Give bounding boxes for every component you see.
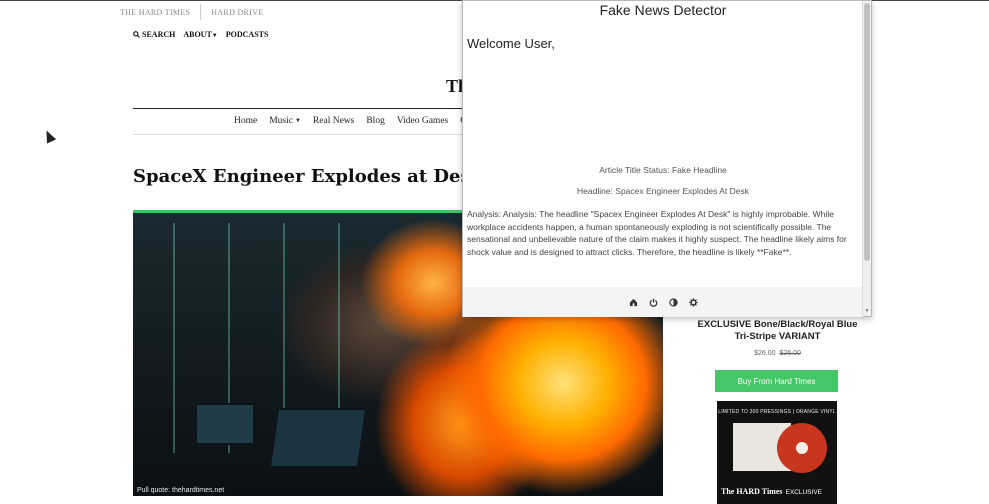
- fake-news-detector-popup: Fake News Detector Welcome User, Article…: [462, 0, 872, 317]
- popup-footer: [463, 287, 863, 317]
- headline-text: Headline: Spacex Engineer Explodes At De…: [577, 186, 749, 196]
- search-icon: [133, 31, 140, 38]
- nav-item-video-games[interactable]: Video Games: [397, 116, 448, 126]
- vinyl-tag: EXCLUSIVE: [785, 489, 823, 496]
- utility-bar: SEARCH ABOUT▼ PODCASTS: [133, 30, 268, 39]
- monitor-shape: [195, 403, 255, 445]
- popup-title: Fake News Detector: [599, 2, 727, 18]
- welcome-text: Welcome User,: [467, 36, 555, 51]
- server-rack-line: [173, 223, 175, 453]
- power-icon[interactable]: [648, 297, 658, 307]
- mouse-cursor-icon: [41, 128, 57, 144]
- article-status: Article Title Status: Fake Headline: [599, 165, 727, 175]
- price-current: $26.00: [754, 350, 776, 357]
- podcasts-link[interactable]: PODCASTS: [226, 30, 269, 39]
- image-credit: Pull quote: thehardtimes.net: [137, 487, 225, 494]
- price-old: $26.00: [779, 350, 801, 357]
- product-price: $26.00 $26.00: [690, 350, 865, 357]
- nav-item-home[interactable]: Home: [234, 116, 257, 126]
- popup-scrollbar[interactable]: ▼: [862, 1, 871, 316]
- vinyl-record-icon: [777, 423, 827, 473]
- nav-item-label: Music: [269, 116, 293, 126]
- contrast-icon[interactable]: [668, 297, 678, 307]
- nav-item-real-news[interactable]: Real News: [313, 116, 354, 126]
- buy-button[interactable]: Buy From Hard Times: [715, 370, 838, 392]
- chevron-down-icon: ▼: [294, 118, 301, 124]
- home-icon[interactable]: [628, 297, 638, 307]
- top-link-hard-times[interactable]: THE HARD TIMES: [120, 8, 190, 17]
- vinyl-product-image[interactable]: LIMITED TO 300 PRESSINGS | ORANGE VINYL …: [717, 401, 837, 504]
- about-label: ABOUT: [183, 30, 212, 39]
- scroll-down-icon[interactable]: ▼: [864, 309, 870, 315]
- nav-item-music[interactable]: Music ▼: [269, 116, 301, 126]
- vinyl-brand: The HARD Times: [721, 487, 783, 496]
- top-link-divider: [200, 4, 202, 20]
- scrollbar-thumb[interactable]: [864, 3, 870, 261]
- nav-rule: [133, 134, 473, 135]
- top-site-links: THE HARD TIMES HARD DRIVE: [120, 4, 263, 20]
- nav-item-blog[interactable]: Blog: [366, 116, 384, 126]
- search-label: SEARCH: [142, 30, 176, 39]
- laptop-shape: [268, 408, 368, 468]
- analysis-text: Analysis: Analysis: The headline "Spacex…: [467, 209, 847, 257]
- about-link[interactable]: ABOUT▼: [183, 30, 217, 39]
- top-link-hard-drive[interactable]: HARD DRIVE: [211, 8, 263, 17]
- product-title: EXCLUSIVE Bone/Black/Royal Blue Tri-Stri…: [697, 319, 858, 342]
- search-link[interactable]: SEARCH: [133, 30, 175, 39]
- chevron-down-icon: ▼: [211, 33, 218, 39]
- article-title: SpaceX Engineer Explodes at Desk: [133, 166, 484, 187]
- gear-icon[interactable]: [688, 297, 698, 307]
- header-rule: [133, 108, 473, 109]
- vinyl-banner: LIMITED TO 300 PRESSINGS | ORANGE VINYL: [718, 409, 836, 415]
- vinyl-footer: The HARD Times EXCLUSIVE: [721, 487, 822, 496]
- main-nav: Home Music▼ Real News Blog Video Games O: [234, 116, 467, 126]
